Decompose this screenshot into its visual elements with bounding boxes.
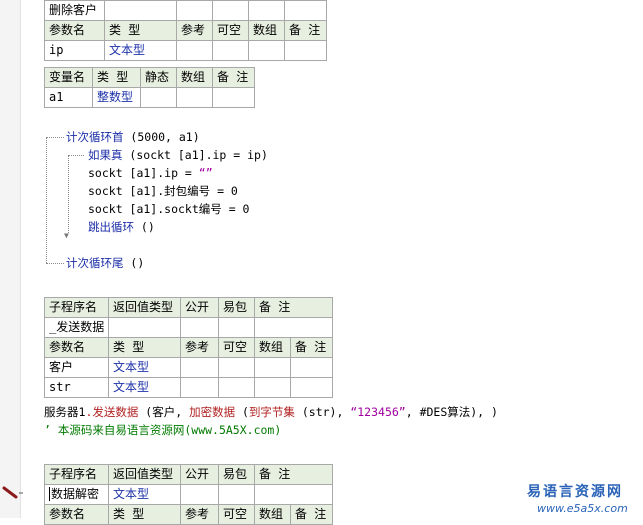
header-ref: 参考 <box>180 504 219 525</box>
arrow-down-icon: ▼ <box>64 231 69 240</box>
header-static: 静态 <box>140 67 177 88</box>
header-public: 公开 <box>180 297 219 318</box>
loop-flow-line <box>46 137 64 138</box>
header-note: 备 注 <box>253 297 334 318</box>
param-type-cell[interactable]: 文本型 <box>104 40 177 61</box>
sub-table-decrypt: 子程序名 返回值类型 公开 易包 备 注 数据解密 文本型 参数名 类 型 参考… <box>44 464 334 525</box>
sub-name-cell[interactable]: 删除客户 <box>44 0 105 21</box>
header-array: 数组 <box>176 67 213 88</box>
header-ref: 参考 <box>176 20 213 41</box>
if-flow-line <box>68 155 69 233</box>
header-param-name: 参数名 <box>44 20 105 41</box>
header-array: 数组 <box>254 337 291 358</box>
header-nullable: 可空 <box>218 504 255 525</box>
header-param-name: 参数名 <box>44 337 109 358</box>
if-flow-line <box>68 155 84 156</box>
param-type-cell[interactable]: 文本型 <box>108 357 181 378</box>
sub-name-cell[interactable]: 数据解密 <box>44 484 109 505</box>
param-name-cell[interactable]: str <box>44 377 109 398</box>
sub-table-send: 子程序名 返回值类型 公开 易包 备 注 _发送数据 参数名 类 型 参考 可空… <box>44 297 334 398</box>
header-type: 类 型 <box>92 67 141 88</box>
header-return-type: 返回值类型 <box>108 464 181 485</box>
header-var-name: 变量名 <box>44 67 93 88</box>
param-type-cell[interactable]: 文本型 <box>108 377 181 398</box>
header-type: 类 型 <box>108 337 181 358</box>
watermark-logo: 易语言资源网 <box>527 484 623 500</box>
header-param-name: 参数名 <box>44 504 109 525</box>
sub-name-cell[interactable]: _发送数据 <box>44 317 109 338</box>
code-line-send[interactable]: 服务器1.发送数据 (客户, 加密数据 (到字节集 (str), “123456… <box>44 404 498 420</box>
code-line-if[interactable]: 如果真 (sockt [a1].ip = ip) <box>88 147 268 163</box>
var-name-cell[interactable]: a1 <box>44 87 93 108</box>
loop-flow-line <box>46 263 64 264</box>
code-line-assign-packet[interactable]: sockt [a1].封包编号 = 0 <box>88 183 238 199</box>
header-return-type: 返回值类型 <box>108 297 181 318</box>
pen-icon <box>2 486 23 499</box>
header-note: 备 注 <box>212 67 255 88</box>
header-sub-name: 子程序名 <box>44 297 109 318</box>
header-type: 类 型 <box>104 20 177 41</box>
header-nullable: 可空 <box>218 337 255 358</box>
header-array: 数组 <box>254 504 291 525</box>
header-public: 公开 <box>180 464 219 485</box>
text-cursor: 数据解密 <box>49 487 100 501</box>
var-table: 变量名 类 型 静态 数组 备 注 a1 整数型 <box>44 67 255 108</box>
watermark-url: www.e5a5x.com <box>537 502 628 515</box>
code-line-assign-ip[interactable]: sockt [a1].ip = “” <box>88 165 213 181</box>
param-name-cell[interactable]: ip <box>44 40 105 61</box>
header-sub-name: 子程序名 <box>44 464 109 485</box>
var-type-cell[interactable]: 整数型 <box>92 87 141 108</box>
gutter-divider <box>20 0 21 518</box>
header-ref: 参考 <box>180 337 219 358</box>
code-line-break[interactable]: 跳出循环 () <box>88 219 155 235</box>
code-comment[interactable]: ’ 本源码来自易语言资源网(www.5A5X.com) <box>44 422 281 438</box>
header-note: 备 注 <box>289 504 334 525</box>
header-note: 备 注 <box>284 20 327 41</box>
param-name-cell[interactable]: 客户 <box>44 357 109 378</box>
header-array: 数组 <box>248 20 285 41</box>
return-type-cell[interactable]: 文本型 <box>108 484 181 505</box>
code-line-loop-head[interactable]: 计次循环首 (5000, a1) <box>66 129 200 145</box>
param-table-top: 删除客户 参数名 类 型 参考 可空 数组 备 注 ip 文本型 <box>44 0 327 61</box>
header-easy-pkg: 易包 <box>218 297 255 318</box>
code-line-assign-sockt[interactable]: sockt [a1].sockt编号 = 0 <box>88 201 249 217</box>
header-note: 备 注 <box>253 464 334 485</box>
header-easy-pkg: 易包 <box>218 464 255 485</box>
header-nullable: 可空 <box>212 20 249 41</box>
header-note: 备 注 <box>289 337 334 358</box>
editor-gutter <box>0 0 20 518</box>
code-line-loop-tail[interactable]: 计次循环尾 () <box>66 255 144 271</box>
loop-flow-line <box>46 137 47 263</box>
header-type: 类 型 <box>108 504 181 525</box>
